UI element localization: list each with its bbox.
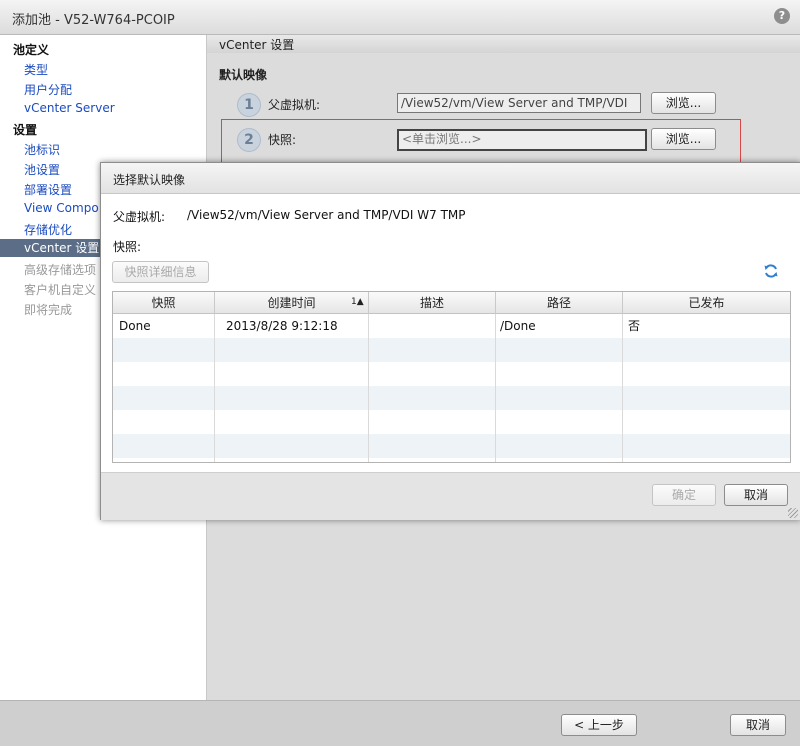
- window-title-bar: 添加池 - V52-W764-PCOIP ?: [0, 0, 800, 35]
- previous-button[interactable]: < 上一步: [561, 714, 637, 736]
- parent-vm-label: 父虚拟机:: [268, 98, 321, 112]
- sidebar-item-advanced-storage: 高级存储选项: [24, 263, 97, 277]
- column-header-created[interactable]: 创建时间: [215, 292, 369, 314]
- dialog-parent-vm-value: /View52/vm/View Server and TMP/VDI W7 TM…: [187, 208, 466, 222]
- step-1-badge: 1: [237, 93, 261, 117]
- dialog-footer: 确定 取消: [101, 472, 800, 520]
- step-2-badge: 2: [237, 128, 261, 152]
- snapshot-field[interactable]: <单击浏览...>: [397, 129, 647, 151]
- wizard-footer: < 上一步 取消: [0, 700, 800, 746]
- column-divider: [495, 314, 496, 462]
- sidebar-item-user-assignment[interactable]: 用户分配: [24, 81, 72, 98]
- sidebar-item-deploy-settings[interactable]: 部署设置: [24, 181, 72, 198]
- snapshot-label: 快照:: [268, 133, 297, 147]
- dialog-title: 选择默认映像: [113, 173, 186, 187]
- main-header-title: vCenter 设置: [219, 38, 295, 52]
- cell-published: 否: [628, 319, 641, 333]
- dialog-title-bar: 选择默认映像: [101, 163, 800, 194]
- snapshot-table: 快照 创建时间 1▲ 描述 路径 已发布 Done 2013/8/28 9:12…: [112, 291, 791, 463]
- snapshot-browse-button[interactable]: 浏览...: [651, 128, 716, 150]
- column-header-created-label: 创建时间: [267, 296, 316, 310]
- column-divider: [622, 314, 623, 462]
- column-header-path[interactable]: 路径: [496, 292, 623, 314]
- parent-vm-browse-button[interactable]: 浏览...: [651, 92, 716, 114]
- column-divider: [214, 314, 215, 462]
- sort-ascending-icon: 1▲: [351, 297, 364, 307]
- resize-grip-icon[interactable]: [788, 508, 798, 518]
- cell-path: /Done: [500, 319, 536, 333]
- dialog-parent-vm-label: 父虚拟机:: [113, 210, 166, 224]
- snapshot-details-button[interactable]: 快照详细信息: [112, 261, 209, 283]
- sidebar-item-storage-optimization[interactable]: 存储优化: [24, 221, 72, 238]
- sidebar-heading-pool-definition: 池定义: [13, 43, 50, 57]
- refresh-icon[interactable]: [763, 263, 779, 279]
- sidebar-heading-settings: 设置: [13, 123, 38, 137]
- dialog-cancel-button[interactable]: 取消: [724, 484, 788, 506]
- sidebar-item-guest-customization: 客户机自定义: [24, 283, 97, 297]
- help-icon[interactable]: ?: [774, 8, 790, 24]
- parent-vm-field[interactable]: /View52/vm/View Server and TMP/VDI: [397, 93, 641, 113]
- column-header-description[interactable]: 描述: [369, 292, 496, 314]
- main-header: vCenter 设置: [207, 35, 800, 53]
- dialog-snapshot-label: 快照:: [113, 240, 142, 254]
- sidebar-item-type[interactable]: 类型: [24, 61, 48, 78]
- sidebar-item-pool-id[interactable]: 池标识: [24, 141, 60, 158]
- cell-created-time: 2013/8/28 9:12:18: [226, 319, 338, 333]
- wizard-cancel-button[interactable]: 取消: [730, 714, 786, 736]
- sidebar-item-vcenter-server[interactable]: vCenter Server: [24, 101, 115, 115]
- column-divider: [368, 314, 369, 462]
- cell-snapshot-name: Done: [119, 319, 151, 333]
- default-image-heading: 默认映像: [219, 68, 268, 82]
- dialog-ok-button[interactable]: 确定: [652, 484, 716, 506]
- window-title: 添加池 - V52-W764-PCOIP: [12, 13, 175, 28]
- sidebar-item-ready-to-complete: 即将完成: [24, 303, 73, 317]
- sidebar-item-pool-settings[interactable]: 池设置: [24, 161, 60, 178]
- column-header-published[interactable]: 已发布: [623, 292, 790, 314]
- column-header-snapshot[interactable]: 快照: [113, 292, 215, 314]
- sidebar-item-view-composer[interactable]: View Compo: [24, 201, 99, 215]
- select-default-image-dialog: 选择默认映像 父虚拟机: /View52/vm/View Server and …: [100, 162, 800, 520]
